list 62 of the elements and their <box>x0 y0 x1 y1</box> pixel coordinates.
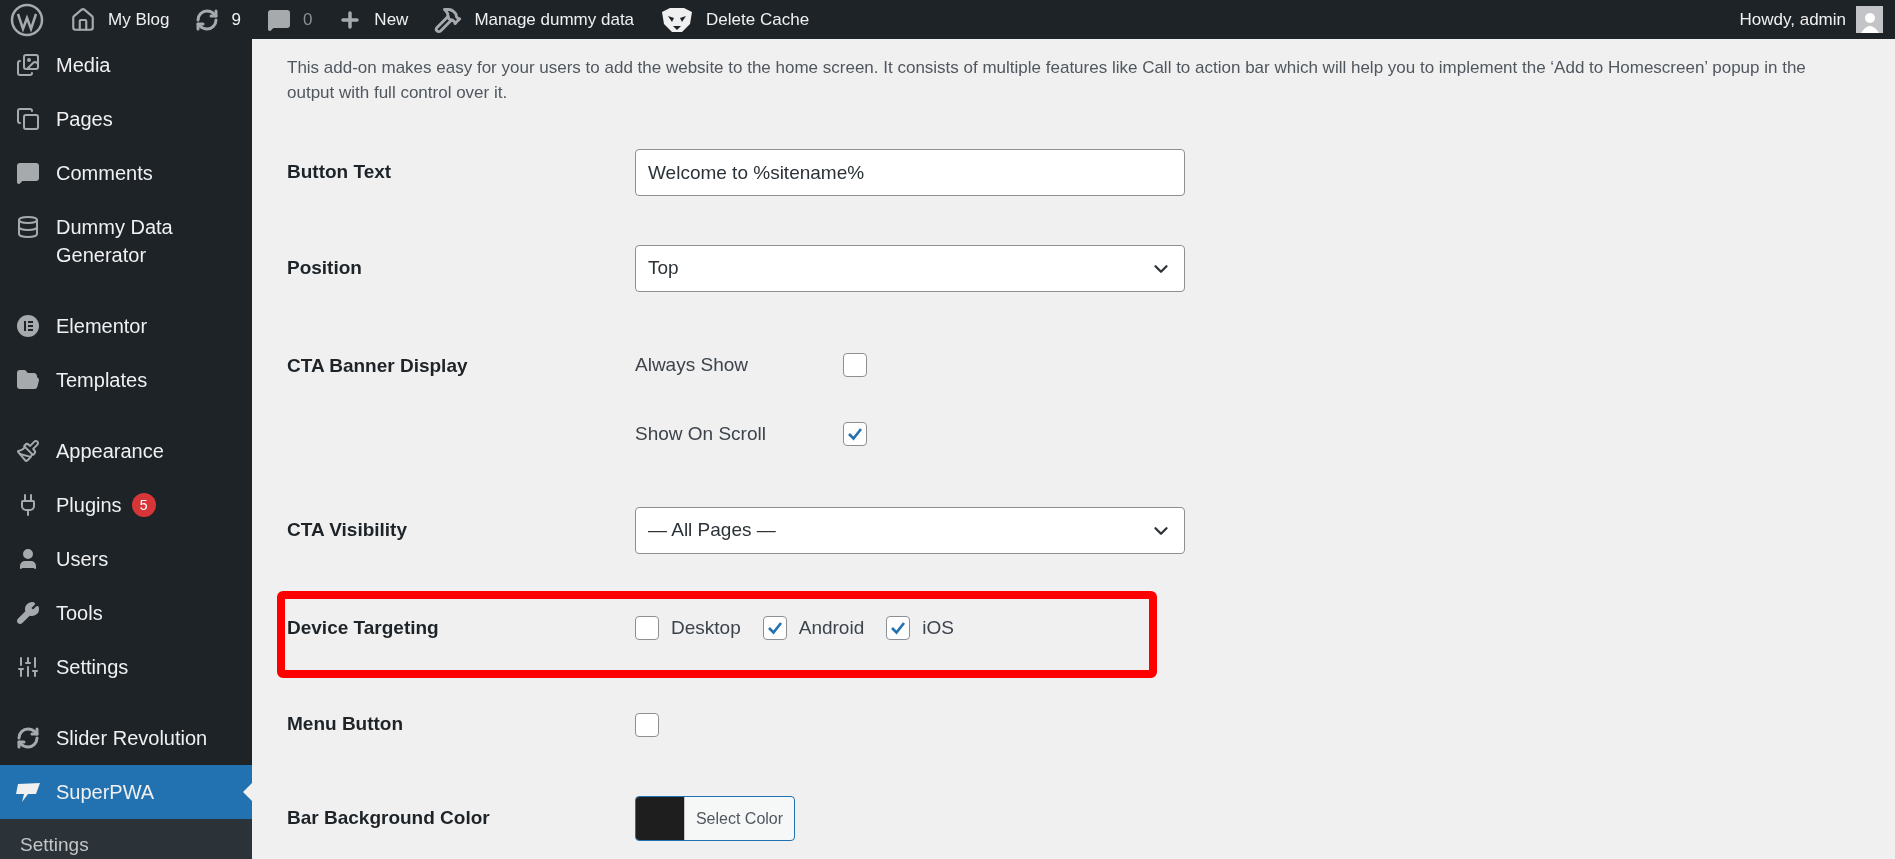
animal-head-icon <box>660 5 695 34</box>
color-swatch <box>636 797 684 840</box>
checkbox[interactable] <box>635 712 659 737</box>
option-label: Android <box>798 615 865 640</box>
field-label: Menu Button <box>287 712 405 737</box>
sidebar-item[interactable]: Pages <box>0 92 252 146</box>
sidebar-item[interactable]: Settings <box>0 640 252 694</box>
option-label: Show On Scroll <box>635 421 767 446</box>
text-field[interactable]: Welcome to %sitename% <box>635 149 1185 196</box>
sidebar-item[interactable]: Users <box>0 532 252 586</box>
option-label: iOS <box>922 615 954 640</box>
description: This add-on makes easy for your users to add the website to the home screen. It consists of multiple features like Call to action bar which will help you to implement the ‘Add to Homescreen’ popup in the output with full control over it. <box>287 57 1807 104</box>
color-picker-button[interactable]: Select Color <box>635 796 795 841</box>
option-label: Desktop <box>671 615 741 640</box>
folder-icon <box>16 368 40 392</box>
admin-bar-link[interactable]: Delete Cache <box>660 5 810 34</box>
account-greeting[interactable]: Howdy, admin <box>1739 6 1846 33</box>
sidebar-item[interactable]: SuperPWA <box>0 765 252 819</box>
refresh-icon <box>16 726 40 750</box>
dropdown[interactable]: — All Pages — <box>635 507 1185 554</box>
sidebar-item[interactable]: Plugins 5 <box>0 478 252 532</box>
hammer-icon <box>434 5 463 34</box>
refresh-icon <box>195 7 220 32</box>
field-label: Button Text <box>287 160 393 185</box>
database-icon <box>16 215 40 239</box>
checkbox[interactable] <box>843 353 867 377</box>
comment-icon <box>266 7 291 32</box>
wordpress-logo-icon[interactable] <box>10 2 44 37</box>
sidebar-item[interactable]: Slider Revolution <box>0 711 252 765</box>
checkbox[interactable] <box>762 616 787 640</box>
field-label: CTA Visibility <box>287 518 408 543</box>
paintbrush-icon <box>16 439 40 463</box>
sliders-icon <box>16 655 40 679</box>
sidebar-item[interactable]: Media <box>0 39 252 92</box>
checkbox[interactable] <box>635 616 659 640</box>
submenu-item[interactable]: Settings <box>0 831 252 859</box>
checkbox[interactable] <box>886 616 911 640</box>
pages-icon <box>16 107 40 131</box>
comment-icon <box>16 161 40 185</box>
field-label: CTA Banner Display <box>287 354 469 378</box>
sidebar-item[interactable]: Comments <box>0 146 252 200</box>
sidebar-item[interactable]: Dummy Data Generator <box>0 200 252 282</box>
media-icon <box>16 53 40 77</box>
elementor-icon <box>16 314 40 338</box>
admin-bar-link[interactable]: Manage dummy data <box>434 5 635 34</box>
wrench-icon <box>16 601 40 625</box>
option-label: Always Show <box>635 352 749 377</box>
sidebar-item[interactable]: Elementor <box>0 299 252 353</box>
count-badge: 5 <box>131 493 156 517</box>
field-label: Device Targeting <box>287 615 440 640</box>
sidebar-item[interactable]: Tools <box>0 586 252 640</box>
admin-bar-link[interactable]: New <box>338 6 409 33</box>
field-label: Bar Background Color <box>287 806 491 831</box>
sidebar-item[interactable]: Appearance <box>0 424 252 478</box>
dropdown[interactable]: Top <box>635 245 1185 292</box>
admin-bar-link[interactable]: My Blog <box>70 6 170 33</box>
sidebar-item[interactable]: Templates <box>0 353 252 407</box>
field-label: Position <box>287 256 363 281</box>
checkbox[interactable] <box>843 422 867 446</box>
home-icon <box>70 6 96 33</box>
admin-bar-link[interactable]: 9 <box>195 6 241 33</box>
selection-pointer <box>243 783 252 801</box>
